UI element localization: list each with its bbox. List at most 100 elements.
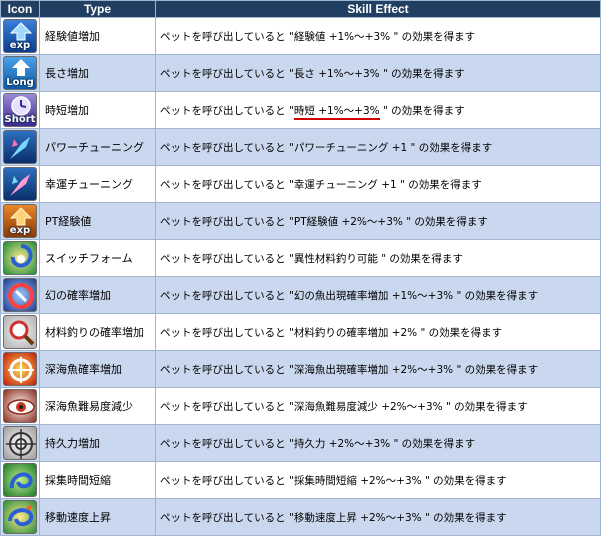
deep-sea-eye-icon bbox=[3, 389, 37, 423]
icon-cell bbox=[0, 350, 40, 388]
icon-cell bbox=[0, 387, 40, 425]
effect-suffix: " の効果を得ます bbox=[417, 326, 503, 339]
luck-tuning-icon bbox=[3, 167, 37, 201]
table-row: 持久力増加 ペットを呼び出していると "持久力 +2%～+3% " の効果を得ます bbox=[0, 424, 601, 462]
icon-cell: exp bbox=[0, 202, 40, 240]
table-row: exp 経験値増加 ペットを呼び出していると "経験値 +1%～+3% " の効果を… bbox=[0, 17, 601, 55]
gather-time-swirl-icon bbox=[3, 463, 37, 497]
header-icon: Icon bbox=[0, 0, 40, 18]
effect-suffix: " の効果を得ます bbox=[390, 30, 476, 43]
move-speed-swirl-icon bbox=[3, 500, 37, 534]
table-row: 移動速度上昇 ペットを呼び出していると "移動速度上昇 +2%～+3% " の効果… bbox=[0, 498, 601, 536]
effect-value: 異性材料釣り可能 bbox=[293, 252, 378, 265]
effect-prefix: ペットを呼び出していると " bbox=[160, 289, 294, 302]
effect-prefix: ペットを呼び出していると " bbox=[160, 141, 294, 154]
power-tuning-icon bbox=[3, 130, 37, 164]
type-cell: 長さ増加 bbox=[39, 54, 156, 92]
header-row: Icon Type Skill Effect bbox=[0, 0, 601, 18]
effect-prefix: ペットを呼び出していると " bbox=[160, 178, 294, 191]
effect-suffix: " の効果を得ます bbox=[379, 104, 465, 117]
icon-cell bbox=[0, 276, 40, 314]
effect-value: 移動速度上昇 +2%～+3% bbox=[293, 511, 422, 524]
type-cell: 幸運チューニング bbox=[39, 165, 156, 203]
table-row: 深海魚確率増加 ペットを呼び出していると "深海魚出現確率増加 +2%～+3% "… bbox=[0, 350, 601, 388]
skill-rows: exp 経験値増加 ペットを呼び出していると "経験値 +1%～+3% " の効果を… bbox=[0, 17, 601, 536]
effect-value: パワーチューニング +1 bbox=[293, 141, 408, 154]
type-cell: パワーチューニング bbox=[39, 128, 156, 166]
effect-value: 採集時間短縮 +2%～+3% bbox=[293, 474, 422, 487]
icon-cell bbox=[0, 313, 40, 351]
icon-cell bbox=[0, 128, 40, 166]
effect-suffix: " の効果を得ます bbox=[421, 511, 507, 524]
effect-cell: ペットを呼び出していると "深海魚難易度減少 +2%～+3% " の効果を得ます bbox=[155, 387, 601, 425]
table-row: パワーチューニング ペットを呼び出していると "パワーチューニング +1 " の効… bbox=[0, 128, 601, 166]
effect-cell: ペットを呼び出していると "PT経験値 +2%～+3% " の効果を得ます bbox=[155, 202, 601, 240]
effect-value: PT経験値 +2%～+3% bbox=[293, 215, 403, 228]
icon-cell bbox=[0, 239, 40, 277]
table-row: exp PT経験値 ペットを呼び出していると "PT経験値 +2%～+3% " の効… bbox=[0, 202, 601, 240]
effect-suffix: " の効果を得ます bbox=[442, 400, 528, 413]
icon-tag: exp bbox=[9, 225, 31, 236]
effect-cell: ペットを呼び出していると "時短 +1%～+3% " の効果を得ます bbox=[155, 91, 601, 129]
effect-suffix: " の効果を得ます bbox=[402, 215, 488, 228]
effect-prefix: ペットを呼び出していると " bbox=[160, 326, 294, 339]
effect-cell: ペットを呼び出していると "深海魚出現確率増加 +2%～+3% " の効果を得ま… bbox=[155, 350, 601, 388]
switch-form-swirl-icon bbox=[3, 241, 37, 275]
table-row: 深海魚難易度減少 ペットを呼び出していると "深海魚難易度減少 +2%～+3% "… bbox=[0, 387, 601, 425]
table-row: 採集時間短縮 ペットを呼び出していると "採集時間短縮 +2%～+3% " の効果… bbox=[0, 461, 601, 499]
skill-table: Icon Type Skill Effect exp 経験値増加 ペットを呼び出して… bbox=[0, 0, 601, 536]
icon-cell bbox=[0, 424, 40, 462]
type-cell: 経験値増加 bbox=[39, 17, 156, 55]
effect-value: 材料釣りの確率増加 +2% bbox=[293, 326, 418, 339]
type-cell: 深海魚確率増加 bbox=[39, 350, 156, 388]
type-cell: 深海魚難易度減少 bbox=[39, 387, 156, 425]
effect-cell: ペットを呼び出していると "異性材料釣り可能 " の効果を得ます bbox=[155, 239, 601, 277]
effect-prefix: ペットを呼び出していると " bbox=[160, 215, 294, 228]
table-row: スイッチフォーム ペットを呼び出していると "異性材料釣り可能 " の効果を得ます bbox=[0, 239, 601, 277]
effect-cell: ペットを呼び出していると "長さ +1%～+3% " の効果を得ます bbox=[155, 54, 601, 92]
table-row: 幸運チューニング ペットを呼び出していると "幸運チューニング +1 " の効果を… bbox=[0, 165, 601, 203]
exp-arrow-icon: exp bbox=[3, 19, 37, 53]
effect-prefix: ペットを呼び出していると " bbox=[160, 474, 294, 487]
icon-cell: Short bbox=[0, 91, 40, 129]
type-cell: 移動速度上昇 bbox=[39, 498, 156, 536]
type-cell: 時短増加 bbox=[39, 91, 156, 129]
pt-exp-arrow-icon: exp bbox=[3, 204, 37, 238]
icon-cell bbox=[0, 165, 40, 203]
effect-prefix: ペットを呼び出していると " bbox=[160, 30, 294, 43]
effect-suffix: " の効果を得ます bbox=[421, 474, 507, 487]
effect-value: 幻の魚出現確率増加 +1%～+3% bbox=[293, 289, 454, 302]
type-cell: 材料釣りの確率増加 bbox=[39, 313, 156, 351]
effect-value: 幸運チューニング +1 bbox=[293, 178, 397, 191]
type-cell: 採集時間短縮 bbox=[39, 461, 156, 499]
effect-prefix: ペットを呼び出していると " bbox=[160, 104, 294, 117]
effect-prefix: ペットを呼び出していると " bbox=[160, 400, 294, 413]
icon-tag: exp bbox=[9, 40, 31, 51]
table-row: 材料釣りの確率増加 ペットを呼び出していると "材料釣りの確率増加 +2% " の… bbox=[0, 313, 601, 351]
effect-cell: ペットを呼び出していると "幸運チューニング +1 " の効果を得ます bbox=[155, 165, 601, 203]
effect-value: 時短 +1%～+3% bbox=[293, 104, 380, 120]
effect-value: 長さ +1%～+3% bbox=[293, 67, 380, 80]
table-row: 幻の確率増加 ペットを呼び出していると "幻の魚出現確率増加 +1%～+3% " … bbox=[0, 276, 601, 314]
effect-suffix: " の効果を得ます bbox=[390, 437, 476, 450]
effect-suffix: " の効果を得ます bbox=[453, 289, 539, 302]
effect-value: 深海魚出現確率増加 +2%～+3% bbox=[293, 363, 454, 376]
deep-sea-rate-icon bbox=[3, 352, 37, 386]
effect-prefix: ペットを呼び出していると " bbox=[160, 363, 294, 376]
effect-cell: ペットを呼び出していると "移動速度上昇 +2%～+3% " の効果を得ます bbox=[155, 498, 601, 536]
table-row: Short 時短増加 ペットを呼び出していると "時短 +1%～+3% " の効果を… bbox=[0, 91, 601, 129]
short-clock-icon: Short bbox=[3, 93, 37, 127]
effect-suffix: " の効果を得ます bbox=[396, 178, 482, 191]
icon-cell: Long bbox=[0, 54, 40, 92]
phantom-rate-circle-icon bbox=[3, 278, 37, 312]
effect-suffix: " の効果を得ます bbox=[453, 363, 539, 376]
endurance-crosshair-icon bbox=[3, 426, 37, 460]
type-cell: PT経験値 bbox=[39, 202, 156, 240]
icon-tag: Short bbox=[4, 114, 36, 125]
effect-cell: ペットを呼び出していると "採集時間短縮 +2%～+3% " の効果を得ます bbox=[155, 461, 601, 499]
icon-tag: Long bbox=[6, 77, 34, 88]
effect-cell: ペットを呼び出していると "持久力 +2%～+3% " の効果を得ます bbox=[155, 424, 601, 462]
effect-prefix: ペットを呼び出していると " bbox=[160, 511, 294, 524]
type-cell: 持久力増加 bbox=[39, 424, 156, 462]
material-magnifier-icon bbox=[3, 315, 37, 349]
